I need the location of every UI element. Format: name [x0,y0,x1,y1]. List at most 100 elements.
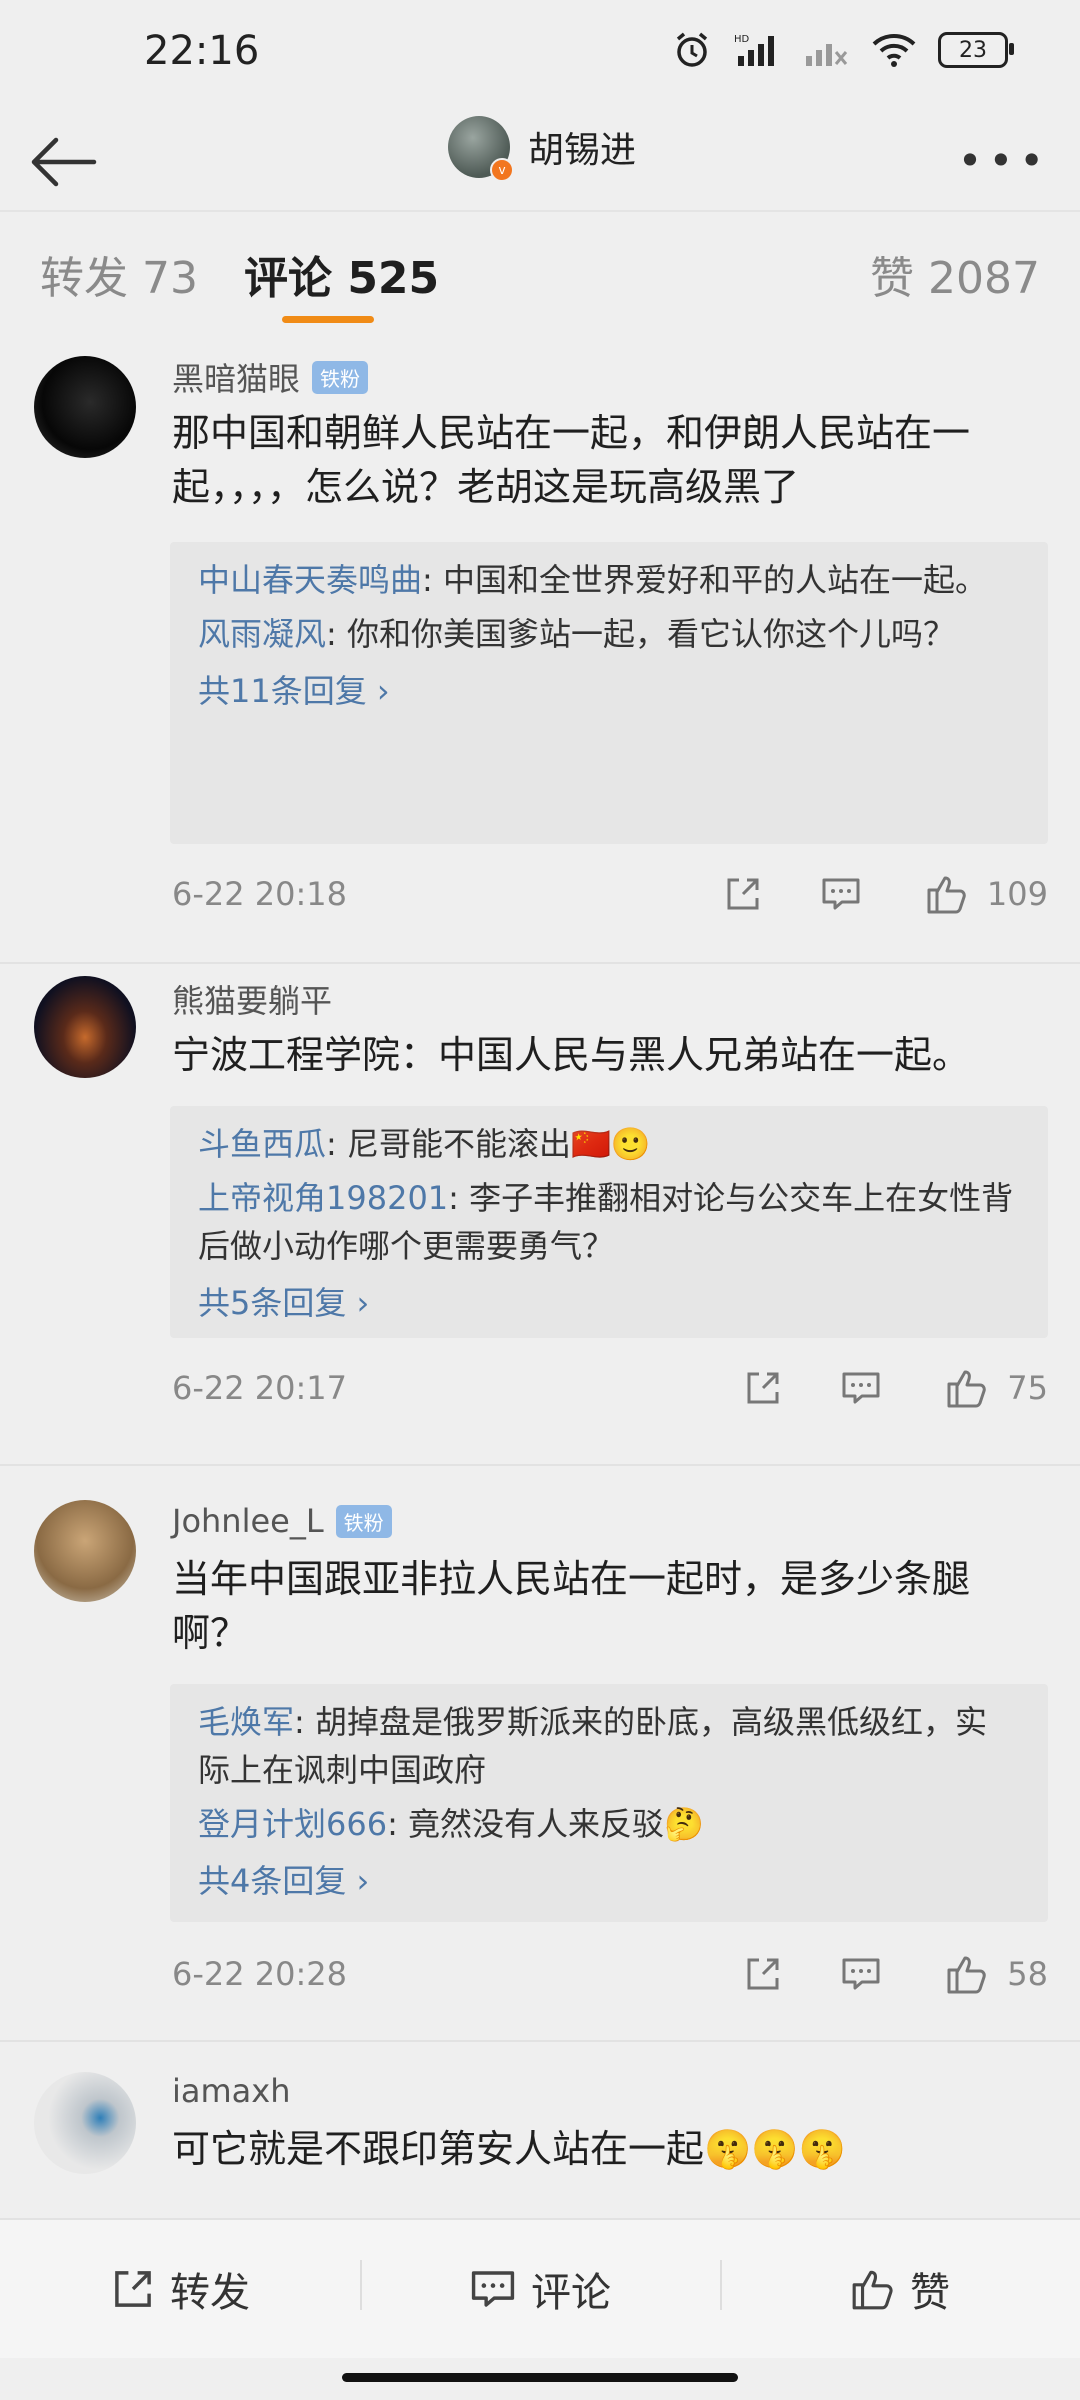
back-arrow-icon [31,137,97,187]
share-button[interactable] [733,1944,793,2004]
reply-text: : 胡掉盘是俄罗斯派来的卧底，高级黑低级红，实际上在讽刺中国政府 [198,1703,987,1789]
divider [0,1464,1080,1466]
comment-text: 当年中国跟亚非拉人民站在一起时，是多少条腿啊？ [172,1557,971,1655]
like-label: 赞 [910,2270,950,2316]
reply-author[interactable]: 斗鱼西瓜 [198,1125,326,1163]
comment-author-row: iamaxh [172,2072,291,2110]
comment-footer: 6-22 20:28 58 [172,1944,1048,2004]
bottom-action-bar: 转发 评论 赞 [0,2218,1080,2358]
thumbs-up-icon [852,2270,893,2310]
fan-badge: 铁粉 [335,1504,392,1538]
like-count: 58 [1007,1955,1048,1993]
reply-item: 风雨凝风: 你和你美国爹站一起，看它认你这个儿吗？ [198,610,1018,658]
status-time: 22:16 [144,28,260,74]
share-button[interactable] [733,1358,793,1418]
home-indicator[interactable] [342,2373,738,2382]
battery-indicator: 23 [938,32,1014,68]
avatar[interactable] [34,976,136,1078]
more-options-button[interactable]: ••• [958,136,1050,185]
divider [0,2040,1080,2042]
comment-author-row: 黑暗猫眼 铁粉 [172,354,369,400]
reply-text: : 尼哥能不能滚出🇨🇳🙂 [326,1125,651,1163]
comment-label: 评论 [531,2270,611,2316]
back-button[interactable] [24,122,104,202]
reply-button[interactable] [831,1944,891,2004]
reply-text: : 你和你美国爹站一起，看它认你这个儿吗？ [326,615,955,653]
view-all-replies-link[interactable]: 共4条回复 › [198,1856,1018,1902]
comment-icon [822,878,860,910]
comment-button[interactable]: 评论 [360,2220,720,2358]
reply-author[interactable]: 中山春天奏鸣曲 [198,561,422,599]
avatar[interactable] [34,1500,136,1602]
comment-author[interactable]: iamaxh [172,2072,291,2110]
signal-off-icon [804,32,850,68]
reply-item: 登月计划666: 竟然没有人来反驳🤔 [198,1800,1018,1848]
comment-icon [471,2271,515,2307]
profile-header[interactable]: v 胡锡进 [448,116,637,182]
like-post-button[interactable]: 赞 [720,2220,1080,2358]
comment-text: 可它就是不跟印第安人站在一起🤫🤫🤫 [172,2127,846,2171]
reply-author[interactable]: 风雨凝风 [198,615,326,653]
comment-time: 6-22 20:28 [172,1955,348,1993]
comment-time: 6-22 20:17 [172,1369,348,1407]
comment-icon [842,1958,880,1990]
reply-author[interactable]: 上帝视角198201 [198,1179,448,1217]
thumbs-up-icon [927,876,966,914]
reply-button[interactable] [811,864,871,924]
tab-like[interactable]: 赞 2087 [870,242,1040,306]
status-icons: HD 23 [672,30,1014,70]
top-nav-bar: v 胡锡进 ••• [0,110,1080,210]
repost-button[interactable]: 转发 [0,2220,360,2358]
comment-author-row: 熊猫要躺平 [172,976,332,1022]
svg-text:HD: HD [734,34,750,45]
comment-time: 6-22 20:18 [172,875,348,913]
reply-author[interactable]: 登月计划666 [198,1805,387,1843]
reply-text: : 中国和全世界爱好和平的人站在一起。 [422,561,987,599]
share-button[interactable] [713,864,773,924]
comment-footer: 6-22 20:18 109 [172,864,1048,924]
share-icon [727,878,759,910]
reply-preview[interactable]: 斗鱼西瓜: 尼哥能不能滚出🇨🇳🙂 上帝视角198201: 李子丰推翻相对论与公交… [170,1106,1048,1338]
like-button[interactable] [937,1944,997,2004]
thumbs-up-icon [947,1370,987,1408]
comment-author[interactable]: 黑暗猫眼 [172,354,300,400]
verified-badge-icon: v [490,158,514,182]
reply-item: 毛焕军: 胡掉盘是俄罗斯派来的卧底，高级黑低级红，实际上在讽刺中国政府 [198,1698,1018,1794]
like-button[interactable] [937,1358,997,1418]
tab-bar: 转发 73 评论 525 赞 2087 [0,210,1080,332]
reply-author[interactable]: 毛焕军 [198,1703,294,1741]
comment-author-row: Johnlee_L 铁粉 [172,1502,392,1540]
repost-label: 转发 [170,2270,250,2316]
comment-footer: 6-22 20:17 75 [172,1358,1048,1418]
thumbs-up-icon [947,1956,987,1994]
reply-preview[interactable]: 毛焕军: 胡掉盘是俄罗斯派来的卧底，高级黑低级红，实际上在讽刺中国政府 登月计划… [170,1684,1048,1922]
fan-badge: 铁粉 [312,360,369,394]
comment-author[interactable]: Johnlee_L [172,1502,324,1540]
reply-preview[interactable]: 中山春天奏鸣曲: 中国和全世界爱好和平的人站在一起。 风雨凝风: 你和你美国爹站… [170,542,1048,844]
signal-icon: HD [734,32,782,68]
avatar[interactable] [34,2072,136,2174]
status-bar: 22:16 HD 23 [0,0,1080,110]
share-icon [747,1372,779,1404]
share-icon [115,2271,151,2307]
active-tab-indicator [282,316,374,323]
view-all-replies-link[interactable]: 共5条回复 › [198,1278,1018,1324]
comment-author[interactable]: 熊猫要躺平 [172,976,332,1022]
share-icon [747,1958,779,1990]
wifi-icon [872,32,916,68]
comment-text: 宁波工程学院：中国人民与黑人兄弟站在一起。 [172,1033,971,1077]
view-all-replies-link[interactable]: 共11条回复 › [198,666,1018,712]
reply-item: 斗鱼西瓜: 尼哥能不能滚出🇨🇳🙂 [198,1120,1018,1168]
reply-item: 中山春天奏鸣曲: 中国和全世界爱好和平的人站在一起。 [198,556,1018,604]
avatar[interactable] [34,356,136,458]
divider [0,962,1080,964]
reply-button[interactable] [831,1358,891,1418]
comment-icon [842,1372,880,1404]
tab-comment[interactable]: 评论 525 [244,242,439,306]
tab-repost[interactable]: 转发 73 [40,242,198,306]
reply-item: 上帝视角198201: 李子丰推翻相对论与公交车上在女性背后做小动作哪个更需要勇… [198,1174,1018,1270]
like-button[interactable] [917,864,977,924]
like-count: 75 [1007,1369,1048,1407]
author-avatar[interactable]: v [448,116,514,182]
page-title: 胡锡进 [528,130,637,171]
